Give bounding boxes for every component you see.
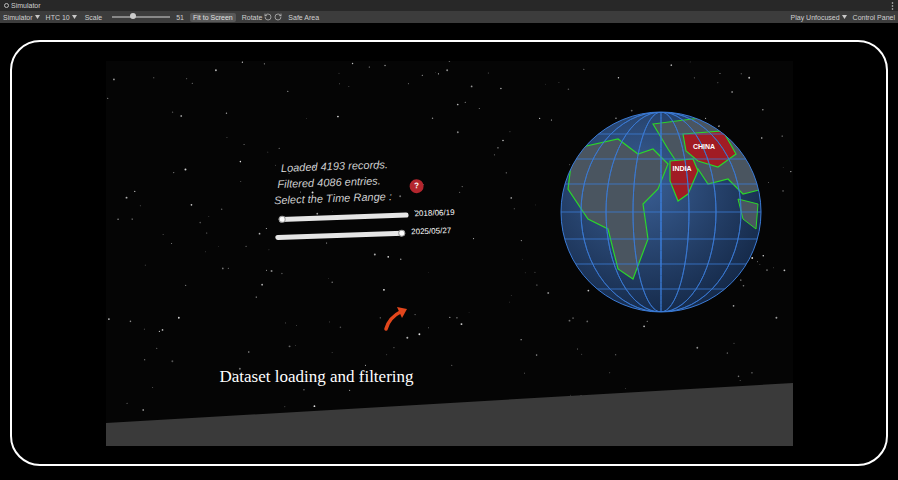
status-line: Loaded 4193 records.	[280, 156, 388, 176]
window-tab[interactable]: Simulator	[4, 2, 41, 9]
date-label: 2025/05/27	[411, 224, 451, 237]
caption: Dataset loading and filtering	[220, 364, 414, 390]
scale-slider-thumb[interactable]	[130, 13, 136, 19]
filter-panel: Loaded 4193 records.Filtered 4086 entrie…	[272, 153, 455, 242]
rotate-left-icon[interactable]	[264, 13, 272, 21]
date-range-row: 2018/06/19	[278, 206, 454, 224]
date-range-row: 2025/05/27	[275, 224, 455, 242]
dropdown-caret-icon	[35, 15, 40, 19]
globe[interactable]: CHINA INDIA	[558, 109, 764, 315]
game-screen: Loaded 4193 records.Filtered 4086 entrie…	[106, 61, 793, 446]
mode-dropdown[interactable]: Simulator	[3, 14, 40, 21]
fit-to-screen-button[interactable]: Fit to Screen	[190, 13, 236, 22]
country-label: INDIA	[672, 165, 691, 172]
play-mode-dropdown[interactable]: Play Unfocused	[791, 14, 847, 21]
help-button[interactable]: ?	[409, 178, 423, 192]
pointer-arrow-icon	[380, 301, 412, 333]
dropdown-caret-icon	[842, 15, 847, 19]
date-slider[interactable]	[275, 230, 405, 240]
status-line: Filtered 4086 entries.	[277, 172, 381, 192]
date-slider[interactable]	[278, 211, 408, 221]
title-bar: Simulator	[0, 0, 898, 11]
scale-value: 51	[176, 14, 184, 21]
date-label: 2018/06/19	[414, 206, 454, 219]
device-frame: Loaded 4193 records.Filtered 4086 entrie…	[10, 40, 888, 466]
control-panel-button[interactable]: Control Panel	[853, 14, 895, 21]
date-slider-thumb[interactable]	[397, 229, 404, 236]
dropdown-caret-icon	[72, 15, 77, 19]
device-dropdown[interactable]: HTC 10	[46, 14, 77, 21]
simulator-viewport: Loaded 4193 records.Filtered 4086 entrie…	[0, 23, 898, 480]
scale-slider[interactable]	[112, 16, 170, 18]
unity-simulator: Simulator Simulator HTC 10 Scale 51 Fit to Sc…	[0, 0, 898, 480]
safe-area-toggle[interactable]: Safe Area	[288, 14, 319, 21]
country-label: CHINA	[692, 143, 714, 150]
floor	[106, 383, 793, 446]
rotate-right-icon[interactable]	[274, 13, 282, 21]
date-slider-thumb[interactable]	[278, 215, 285, 222]
more-options-icon[interactable]	[891, 2, 894, 10]
status-lines: Loaded 4193 records.Filtered 4086 entrie…	[272, 156, 392, 208]
status-line: Select the Time Range :	[273, 188, 391, 208]
rotate-label: Rotate	[242, 14, 263, 21]
simulator-icon	[4, 3, 9, 8]
toolbar: Simulator HTC 10 Scale 51 Fit to Screen Rotat…	[0, 11, 898, 23]
scale-label: Scale	[85, 14, 103, 21]
